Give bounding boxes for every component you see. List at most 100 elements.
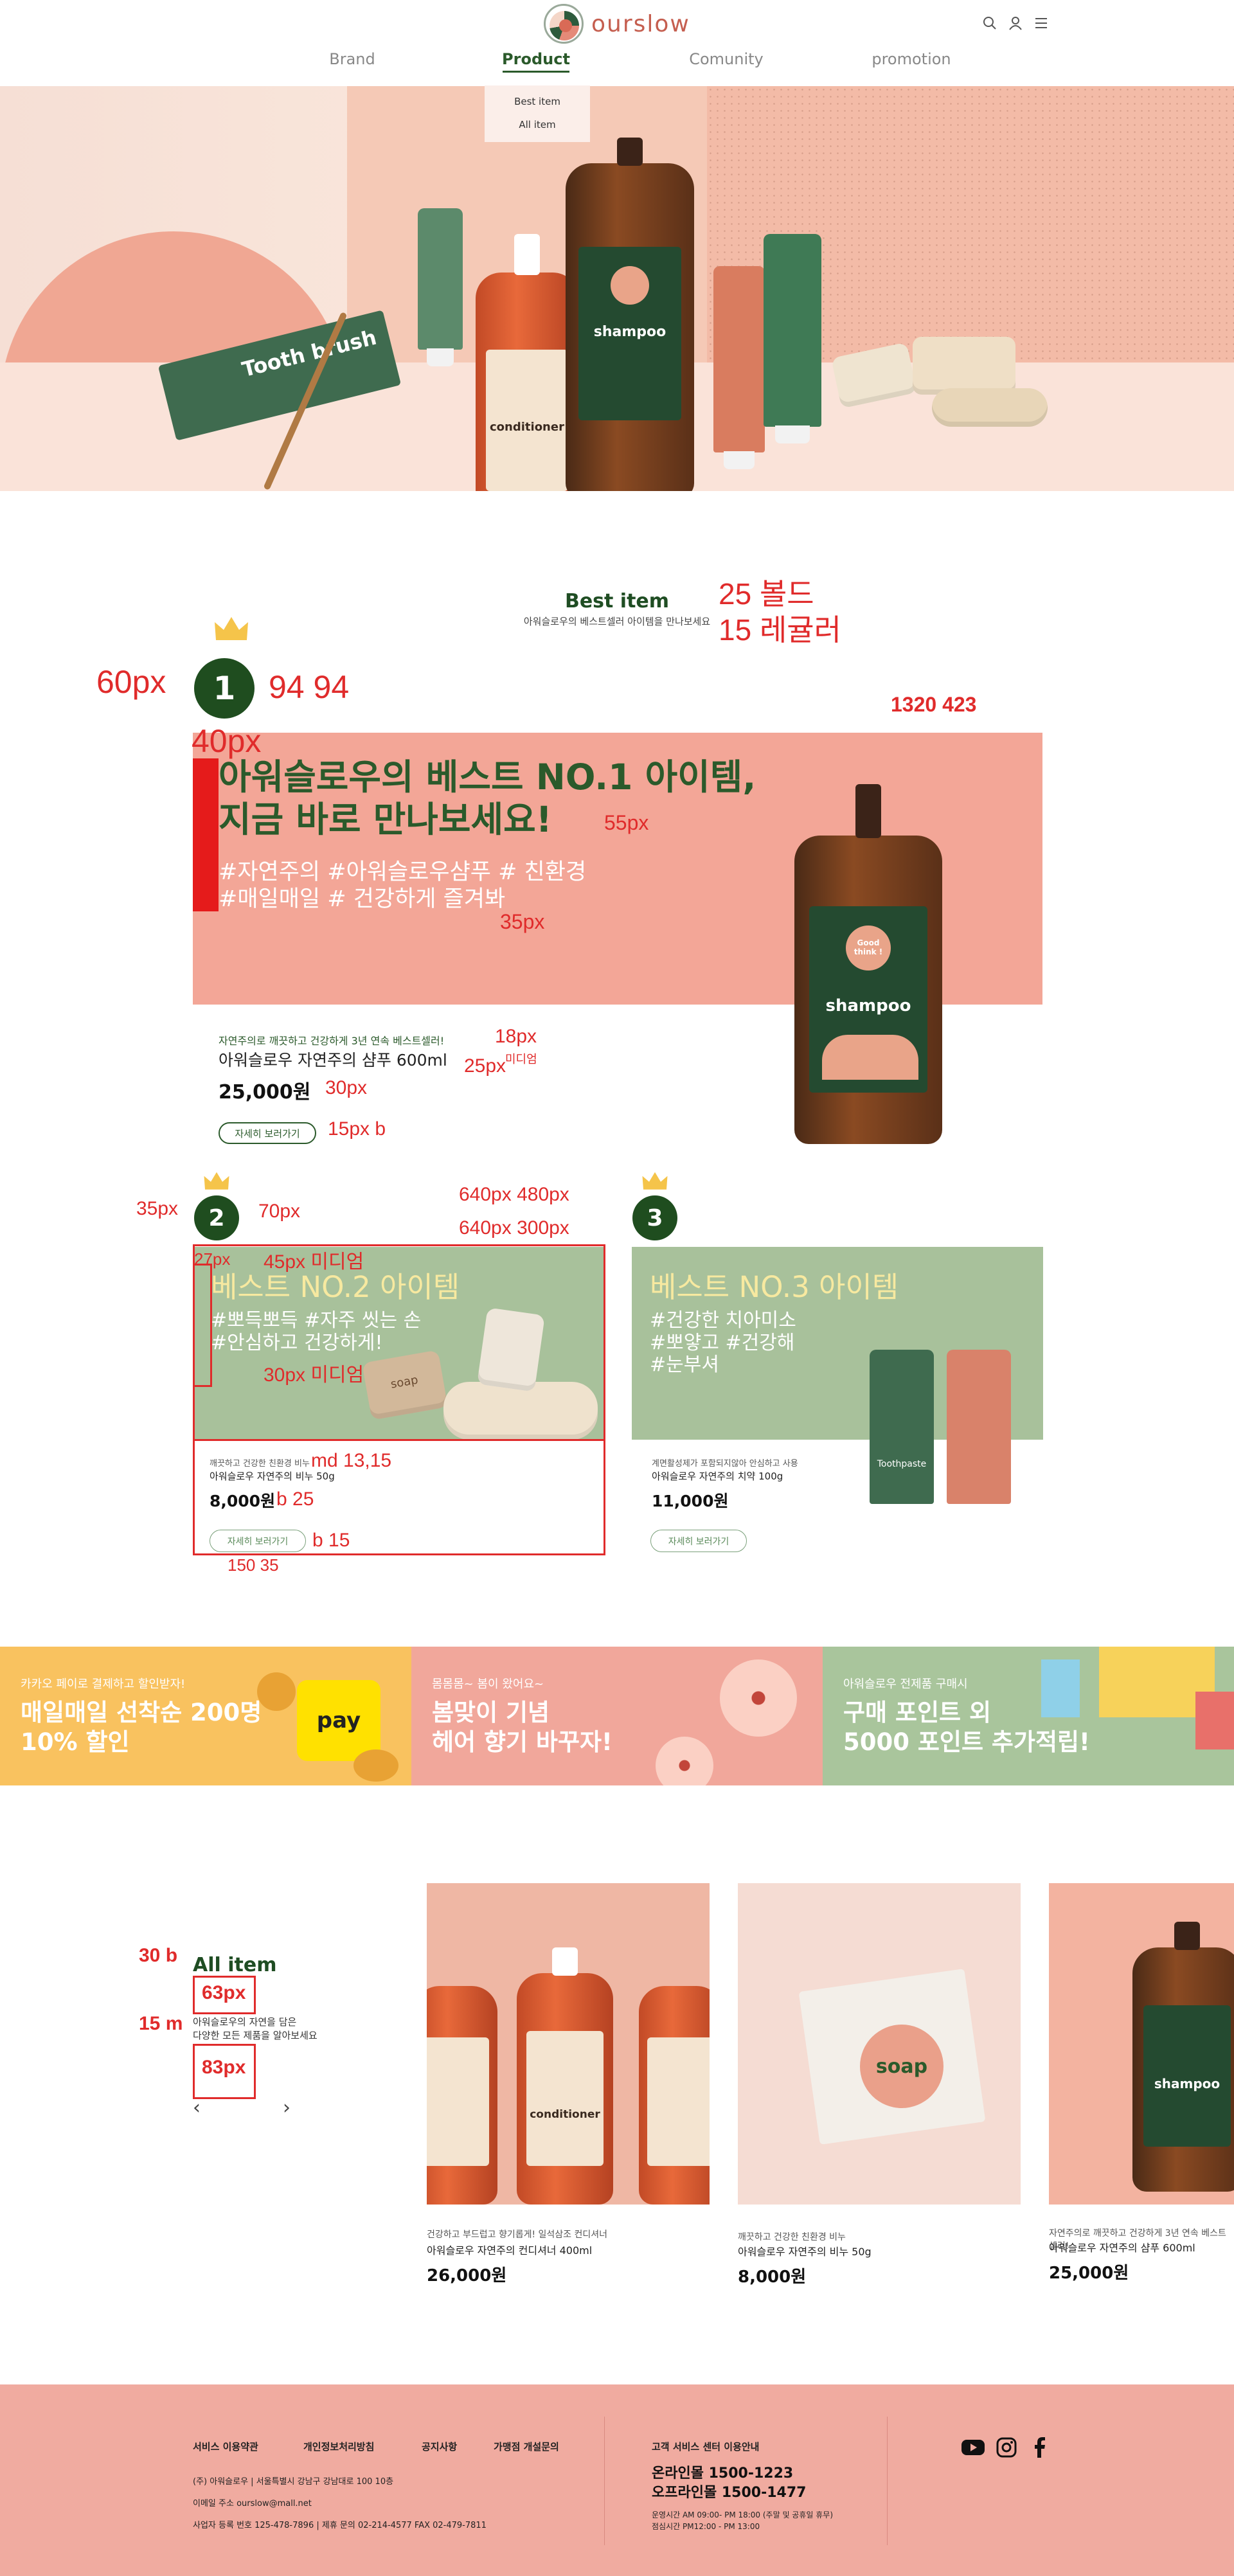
footer-company: (주) 아워슬로우 | 서울특별시 강남구 강남대로 100 10층 [193,2477,394,2487]
best-subtitle: 아워슬로우의 베스트셀러 아이템을 만나보세요 [523,616,711,627]
card1-headline: 아워슬로우의 베스트 NO.1 아이템, 지금 바로 만나보세요! [219,756,756,840]
annotation: 63px [202,1982,246,2003]
annotation: 15 레귤러 [719,613,841,647]
annotation: 35px [500,910,545,933]
toothpaste-green: Toothpaste [870,1350,934,1504]
annotation-box [193,1244,605,1441]
footer-email: 이메일 주소 ourslow@mall.net [193,2499,312,2509]
coin-icon [257,1672,296,1711]
footer-divider [887,2417,888,2545]
item2-desc: 깨끗하고 건강한 친환경 비누 [210,1459,310,1469]
footer-notice-link[interactable]: 공지사항 [422,2440,457,2453]
best-card-3: 베스트 NO.3 아이템 #건강한 치아미소 #뽀얗고 #건강해 #눈부셔 To… [632,1247,1043,1504]
footer-hours: 운영시간 AM 09:00- PM 18:00 (주말 및 공휴일 휴무) [652,2510,834,2519]
product-price: 26,000원 [427,2266,507,2285]
annotation: 60px [96,664,166,700]
user-icon[interactable] [1008,15,1023,31]
shampoo-bottle: shampoo [566,138,694,491]
nav-brand[interactable]: Brand [288,50,416,68]
nav-promotion[interactable]: promotion [847,50,976,68]
footer-online-tel: 온라인몰 1500-1223 [652,2465,794,2482]
footer-cs-title: 고객 서비스 센터 이용안내 [652,2441,760,2453]
card3-tags: #건강한 치아미소 #뽀얗고 #건강해 #눈부셔 [650,1309,796,1376]
toothpaste-coral [947,1350,1011,1504]
rank-badge-3: 3 [632,1195,677,1240]
annotation: 94 94 [269,669,350,705]
prev-arrow-icon[interactable]: ‹ [193,2097,201,2119]
annotation: 640px 300px [459,1217,569,1239]
annotation: 83px [202,2057,246,2078]
annotation: 30 b [139,1945,178,1966]
product-price: 8,000원 [738,2267,807,2287]
footer-terms-link[interactable]: 서비스 이용약관 [193,2440,258,2453]
product-name[interactable]: 아워슬로우 자연주의 샴푸 600ml [1049,2239,1195,2255]
main-nav: Brand Product Comunity promotion [0,50,1234,76]
product-photo-conditioner[interactable]: conditioner [427,1883,710,2205]
annotation: 18px [495,1026,537,1047]
item2-price: 8,000원 [210,1492,276,1510]
annotation: 1320 423 [891,693,977,716]
conditioner-bottle: conditioner [476,234,578,491]
product-photo-soap[interactable]: soap [738,1883,1021,2205]
item3-name: 아워슬로우 자연주의 치약 100g [652,1471,783,1482]
promo-spring[interactable]: 몸몸몸~ 봄이 왔어요~ 봄맞이 기념 헤어 향기 바꾸자! [411,1647,823,1785]
crown-icon [641,1171,668,1194]
gift-icon [1195,1692,1234,1749]
footer-franchise-link[interactable]: 가맹점 개설문의 [494,2440,559,2453]
search-icon[interactable] [982,15,997,31]
item1-price: 25,000원 [219,1081,311,1104]
soap-bar-2 [913,337,1015,395]
annotation: 45px 미디엄 [264,1251,364,1273]
shampoo-product-image: Good think ! shampoo [794,784,942,1144]
item3-detail-button[interactable]: 자세히 보러가기 [650,1530,747,1552]
menu-icon[interactable] [1033,15,1049,31]
annotation-bar [193,758,219,911]
next-arrow-icon[interactable]: › [283,2097,291,2119]
flower-icon [656,1737,713,1785]
annotation: 70px [258,1201,301,1222]
submenu-best-item[interactable]: Best item [485,96,590,107]
card3-headline: 베스트 NO.3 아이템 [650,1270,899,1304]
annotation: 15px b [328,1118,386,1140]
logo-text: ourslow [591,10,690,37]
product-price: 25,000원 [1049,2264,1129,2283]
logo[interactable]: ourslow [544,3,698,45]
tube-coral [713,266,765,469]
item2-detail-button[interactable]: 자세히 보러가기 [210,1530,306,1552]
promo-kakaopay[interactable]: 카카오 페이로 결제하고 할인받자! 매일매일 선착순 200명 10% 할인 p… [0,1647,411,1785]
instagram-icon[interactable] [994,2436,1019,2459]
annotation: 40px [192,723,262,759]
gift-icon [1041,1659,1080,1717]
footer-privacy-link[interactable]: 개인정보처리방침 [303,2440,374,2453]
youtube-icon[interactable] [960,2436,986,2459]
nav-product[interactable]: Product [472,50,600,68]
annotation: 30px 미디엄 [264,1364,364,1386]
logo-icon [544,4,584,44]
flower-icon [720,1659,797,1737]
rank-badge-1: 1 [194,658,255,719]
annotation: b 15 [312,1530,350,1551]
product-submenu: Best item All item [485,85,590,142]
rank-badge-2: 2 [194,1195,239,1240]
facebook-icon[interactable] [1027,2436,1053,2459]
best-title: Best item [564,590,670,613]
annotation: 15 m [139,2013,183,2034]
product-name[interactable]: 아워슬로우 자연주의 컨디셔너 400ml [427,2242,592,2257]
all-item-title: All item [193,1954,277,1976]
tube-green [418,208,463,366]
submenu-all-item[interactable]: All item [485,119,590,130]
promo-points[interactable]: 아워슬로우 전제품 구매시 구매 포인트 외 5000 포인트 추가적립! [823,1647,1234,1785]
annotation: b 25 [276,1489,314,1510]
annotation: 35px [136,1198,179,1219]
nav-comunity[interactable]: Comunity [662,50,791,68]
annotation: md 13,15 [311,1450,392,1471]
product-desc: 깨끗하고 건강한 친환경 비누 [738,2232,846,2242]
footer: 서비스 이용약관 개인정보처리방침 공지사항 가맹점 개설문의 (주) 아워슬로… [0,2384,1234,2576]
item1-detail-button[interactable]: 자세히 보러가기 [219,1122,316,1144]
header-icons [982,15,1049,31]
annotation: 640px 480px [459,1184,569,1205]
annotation: 55px [604,811,649,834]
all-item-subtitle: 아워슬로우의 자연을 담은 다양한 모든 제품을 알아보세요 [193,2016,317,2041]
product-photo-shampoo[interactable]: shampoo [1049,1883,1234,2205]
product-name[interactable]: 아워슬로우 자연주의 비누 50g [738,2243,872,2258]
